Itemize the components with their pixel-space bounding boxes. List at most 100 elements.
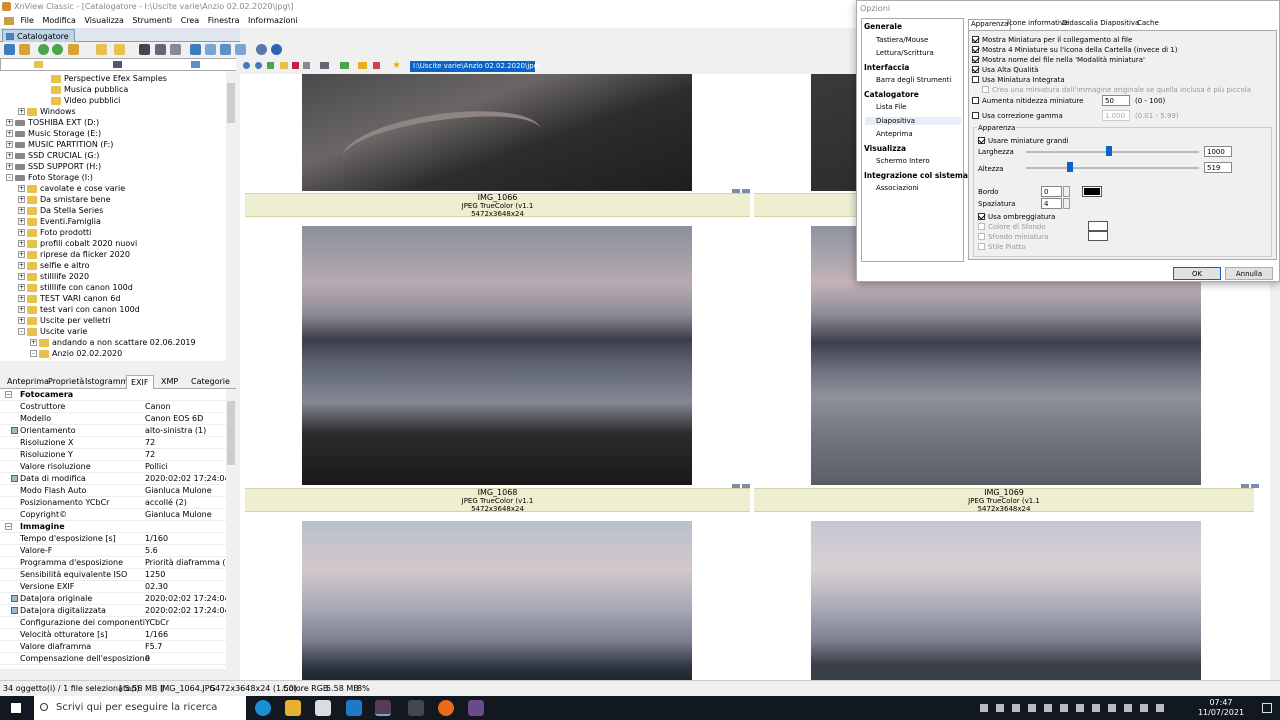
convert-icon[interactable] [205,44,216,55]
nav-item[interactable]: Lista File [876,103,906,111]
nav-group[interactable]: Visualizza [864,144,906,153]
scroll-thumb[interactable] [227,83,235,123]
expand-icon[interactable]: + [30,339,37,346]
system-tray-icons[interactable] [980,704,1170,712]
thumb-bg-swatch[interactable] [1088,231,1108,241]
nav-item[interactable]: Associazioni [876,184,919,192]
menu-icon[interactable] [4,17,14,25]
tree-item[interactable]: + cavolate e cose varie [18,183,125,194]
tree-item[interactable]: + stilllife 2020 [18,271,89,282]
exif-row[interactable]: Valore diaframma F5.7 [0,641,226,653]
expand-icon[interactable]: + [6,152,13,159]
tab-didascalia[interactable]: Didascalia Diapositiva [1060,19,1141,27]
exif-row[interactable]: Data|ora digitalizzata 2020:02:02 17:24:0… [0,605,230,617]
expand-icon[interactable]: + [18,207,25,214]
folder-icon[interactable] [114,44,125,55]
tree-item[interactable]: + SSD CRUCIAL (G:) [6,150,99,161]
expand-icon[interactable]: + [18,262,25,269]
tree-item[interactable]: + TOSHIBA EXT (D:) [6,117,99,128]
collapse-icon[interactable]: − [5,391,12,398]
copy-icon[interactable] [303,62,310,69]
expand-icon[interactable]: + [18,229,25,236]
favorites-icon[interactable] [96,44,107,55]
expand-icon[interactable]: + [6,163,13,170]
thumbnail-photo[interactable] [811,521,1201,680]
tree-item[interactable]: - Foto Storage (I:) [6,172,93,183]
expand-icon[interactable]: + [6,119,13,126]
expand-icon[interactable]: + [18,273,25,280]
up-icon[interactable] [267,62,274,69]
expand-icon[interactable]: + [18,108,25,115]
binoculars-icon[interactable] [139,44,150,55]
nav-item[interactable]: Diapositiva [865,116,961,125]
exif-row[interactable]: Posizionamento YCbCr accollé (2) [0,497,226,509]
thumbnail-photo[interactable] [302,226,692,485]
width-slider-track[interactable] [1026,151,1199,153]
tree-item[interactable]: + MUSIC PARTITION (F:) [6,139,113,150]
nav-group[interactable]: Generale [864,22,902,31]
edge-icon[interactable] [255,700,271,716]
exif-row[interactable]: Sensibilità equivalente ISO 1250 [0,569,226,581]
view-mode-icon[interactable] [320,62,329,69]
sync-icon[interactable] [52,44,63,55]
expand-icon[interactable]: + [18,218,25,225]
tab-cache[interactable]: Cache [1135,19,1161,27]
scroll-thumb[interactable] [227,401,235,465]
tree-item[interactable]: - Anzio 02.02.2020 [30,348,122,359]
collapse-icon[interactable]: - [6,174,13,181]
exif-row[interactable]: Risoluzione Y 72 [0,449,226,461]
address-bar[interactable]: I:\Uscite varie\Anzio 02.02.2020\jpg\ [410,61,541,72]
exif-row[interactable]: Risoluzione X 72 [0,437,226,449]
windows-start-icon[interactable] [11,703,21,713]
exif-row[interactable]: Modello Canon EOS 6D [0,413,226,425]
exif-row[interactable]: Velocità otturatore [s] 1/166 [0,629,226,641]
refresh-icon[interactable] [38,44,49,55]
thumbnail-caption[interactable]: IMG_1068 JPEG TrueColor (v1.1 5472x3648x… [245,488,750,513]
tab-exif[interactable]: EXIF [126,375,154,389]
forward-icon[interactable] [255,62,262,69]
checkbox-show-filename[interactable] [972,56,979,63]
capture-icon[interactable] [235,44,246,55]
slideshow-icon[interactable] [190,44,201,55]
menu-visualizza[interactable]: Visualizza [81,14,126,27]
ok-button[interactable]: OK [1173,267,1221,280]
tab-proprieta[interactable]: Proprietà [48,377,84,386]
menu-modifica[interactable]: Modifica [39,14,78,27]
border-color-swatch[interactable] [1082,186,1102,197]
exif-row[interactable]: Copyright© Gianluca Mulone [0,509,226,521]
exif-row[interactable]: Valore-F 5.6 [0,545,226,557]
collapse-icon[interactable]: - [18,328,25,335]
nav-group[interactable]: Interfaccia [864,63,909,72]
exif-row[interactable]: Configurazione dei componenti YCbCr [0,617,226,629]
tree-item[interactable]: - Uscite varie [18,326,87,337]
tree-item[interactable]: + SSD SUPPORT (H:) [6,161,101,172]
menu-informazioni[interactable]: Informazioni [245,14,301,27]
tree-item[interactable]: Video pubblici [42,95,120,106]
taskbar-search[interactable]: Scrivi qui per eseguire la ricerca [34,696,246,720]
exif-section[interactable]: − Fotocamera [0,389,226,401]
bg-color-swatch[interactable] [1088,221,1108,231]
tree-item[interactable]: + Music Storage (E:) [6,128,101,139]
sort-icon[interactable] [292,62,299,69]
expand-icon[interactable]: + [18,185,25,192]
menu-file[interactable]: File [18,14,37,27]
checkbox-gamma[interactable] [972,112,979,119]
collapse-icon[interactable]: - [30,350,37,357]
star-icon[interactable]: ★ [392,61,401,71]
file-explorer-icon[interactable] [285,700,301,716]
compare-icon[interactable] [220,44,231,55]
checkbox-thumb-bg[interactable] [978,233,985,240]
exif-section[interactable]: − Immagine [0,521,226,533]
checkbox-embedded-thumb[interactable] [972,76,979,83]
mail-icon[interactable] [346,700,362,716]
tree-item[interactable]: Perspective Efex Samples [42,73,167,84]
tree-item[interactable]: Musica pubblica [42,84,128,95]
spacing-input[interactable]: 4 [1041,198,1062,209]
back-icon[interactable] [243,62,250,69]
settings-icon[interactable] [256,44,267,55]
firefox-icon[interactable] [438,700,454,716]
folder-up-icon[interactable] [68,44,79,55]
tree-path-bar[interactable] [0,58,240,71]
nav-group[interactable]: Catalogatore [864,90,919,99]
exif-scrollbar[interactable] [226,389,236,669]
